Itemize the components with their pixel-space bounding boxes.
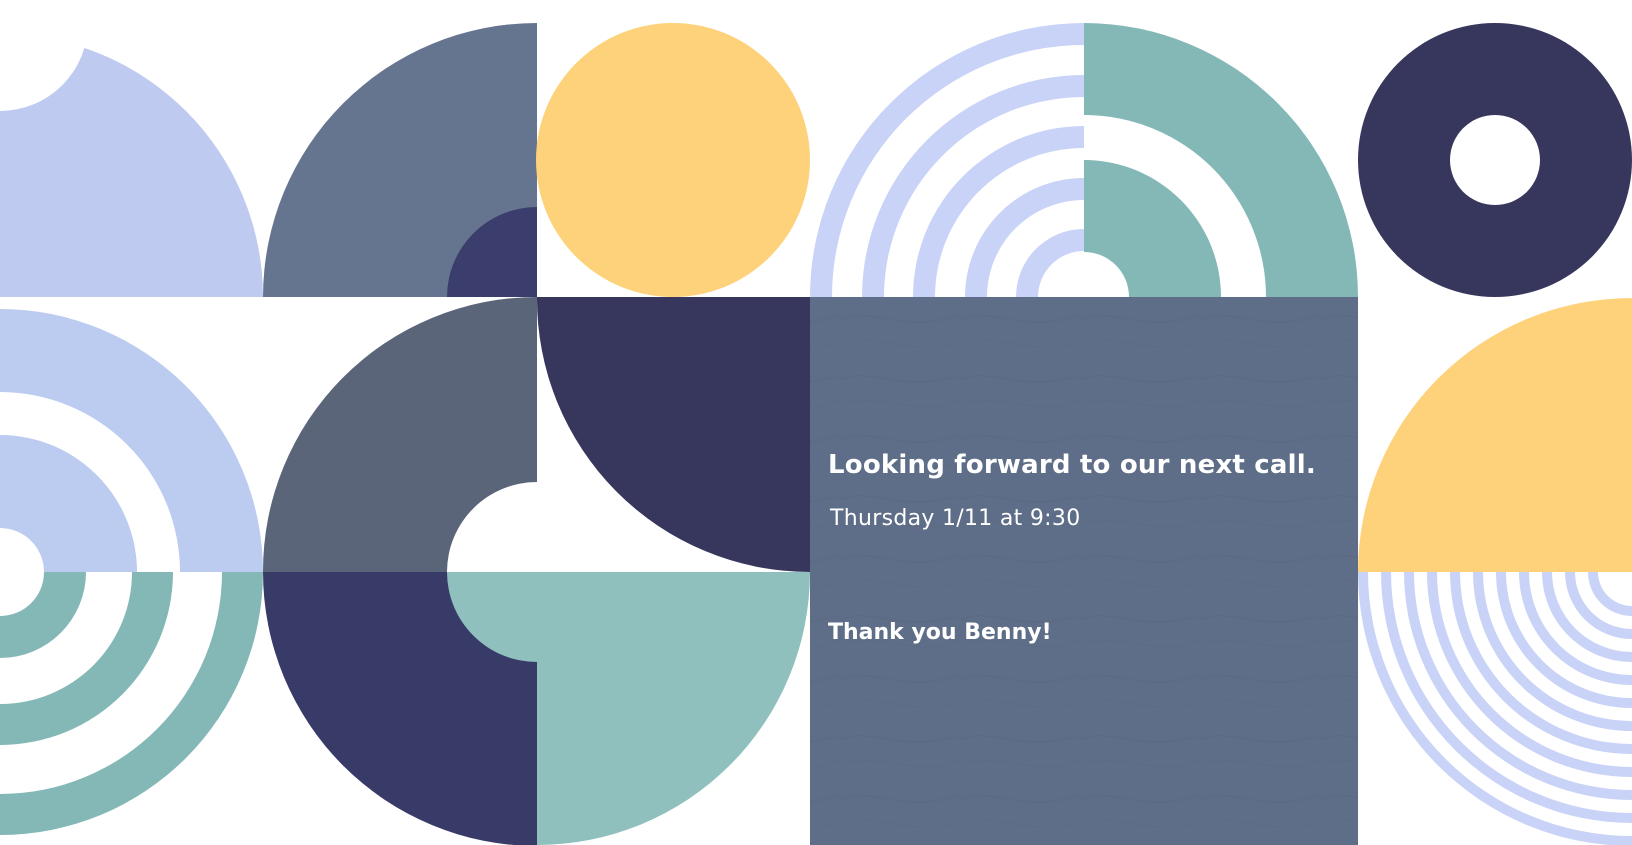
slate-ring: [262, 297, 537, 572]
slide: Looking forward to our next call. Thursd…: [0, 0, 1632, 845]
yellow-circle: [536, 23, 810, 297]
headline: Looking forward to our next call.: [828, 450, 1316, 480]
navy-quarter: [536, 297, 810, 572]
geometric-background: [0, 23, 1632, 845]
meeting-time: Thursday 1/11 at 9:30: [830, 506, 1081, 531]
thank-you-note: Thank you Benny!: [828, 620, 1052, 645]
